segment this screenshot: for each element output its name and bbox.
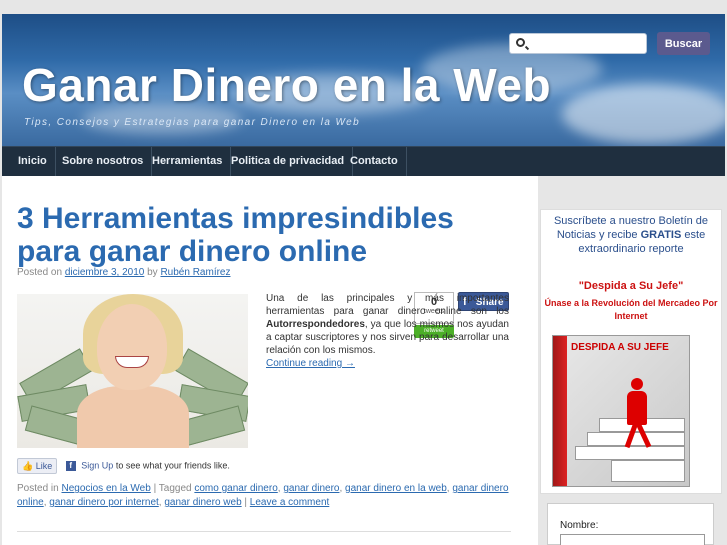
site-header: Ganar Dinero en la Web Tips, Consejos y … (2, 14, 725, 146)
posted-in-label: Posted in (17, 483, 59, 494)
like-label: Like (35, 461, 53, 471)
post-image (17, 294, 248, 448)
face-shape (97, 304, 167, 390)
nav-item-herramientas[interactable]: Herramientas (144, 147, 232, 176)
post-author-link[interactable]: Rubén Ramírez (160, 267, 230, 278)
sidebar-newsletter: Suscríbete a nuestro Boletín de Noticias… (540, 209, 722, 494)
by-label: by (147, 267, 158, 278)
posted-on-label: Posted on (17, 267, 63, 278)
post-divider (17, 531, 511, 532)
name-label: Nombre: (560, 520, 599, 531)
post-title[interactable]: 3 Herramientas impresindibles para ganar… (17, 202, 517, 268)
signup-text: to see what your friends like. (115, 460, 230, 471)
facebook-icon: f (65, 461, 76, 471)
like-button[interactable]: 👍 Like (17, 458, 58, 474)
report-title: "Despida a Su Jefe" (578, 280, 684, 292)
post-meta: Posted on diciembre 3, 2010 by Rubén Ram… (17, 267, 230, 278)
site-tagline: Tips, Consejos y Estrategias para ganar … (24, 117, 361, 128)
excerpt-bold: Autorrespondedores (266, 319, 365, 330)
main-nav: Inicio Sobre nosotros Herramientas Polit… (2, 146, 725, 176)
excerpt-text-1: Una de las principales y más importantes… (266, 293, 509, 317)
search-button[interactable]: Buscar (657, 32, 710, 55)
subscribe-form: Nombre: (547, 503, 714, 545)
tag-link[interactable]: ganar dinero web (164, 497, 241, 508)
signup-link[interactable]: Sign Up (81, 460, 113, 470)
stair-step (611, 460, 685, 482)
promo-gratis: GRATIS (640, 229, 682, 241)
category-link[interactable]: Negocios en la Web (61, 483, 150, 494)
facebook-like-row: 👍 Like f Sign Up to see what your friend… (17, 458, 230, 474)
book-cover-title: DESPIDA A SU JEFE (571, 342, 669, 353)
report-cover-image[interactable]: DESPIDA A SU JEFE (552, 335, 690, 487)
running-figure-body (627, 391, 647, 425)
tag-link[interactable]: ganar dinero (283, 483, 339, 494)
post-date-link[interactable]: diciembre 3, 2010 (65, 267, 145, 278)
cloud-decoration (562, 84, 725, 144)
book-spine (553, 336, 567, 486)
tag-link[interactable]: ganar dinero en la web (345, 483, 447, 494)
stair-step (575, 446, 685, 460)
post-excerpt: Una de las principales y más importantes… (266, 292, 509, 370)
nav-item-sobre-nosotros[interactable]: Sobre nosotros (54, 147, 153, 176)
tagged-label: | Tagged (153, 483, 192, 494)
nav-item-contacto[interactable]: Contacto (342, 147, 407, 176)
name-field[interactable] (560, 534, 705, 545)
nav-item-inicio[interactable]: Inicio (10, 147, 56, 176)
continue-reading-link[interactable]: Continue reading → (266, 358, 355, 369)
post-footer-meta: Posted in Negocios en la Web | Tagged co… (17, 483, 509, 508)
leave-comment-link[interactable]: Leave a comment (250, 497, 330, 508)
running-figure-icon (631, 378, 643, 390)
body-shape (77, 386, 189, 448)
search-input[interactable] (530, 36, 642, 51)
tag-link[interactable]: ganar dinero por internet (49, 497, 159, 508)
report-subtitle: Únase a la Revolución del Mercadeo Por I… (544, 298, 718, 321)
tag-link[interactable]: como ganar dinero (194, 483, 277, 494)
search-box[interactable] (509, 33, 647, 54)
search-icon (516, 38, 525, 47)
nav-item-politica-de-privacidad[interactable]: Politica de privacidad (223, 147, 354, 176)
newsletter-promo: Suscríbete a nuestro Boletín de Noticias… (541, 214, 721, 256)
site-title[interactable]: Ganar Dinero en la Web (22, 58, 551, 112)
main-content: 3 Herramientas impresindibles para ganar… (2, 176, 538, 545)
stair-step (587, 432, 685, 446)
